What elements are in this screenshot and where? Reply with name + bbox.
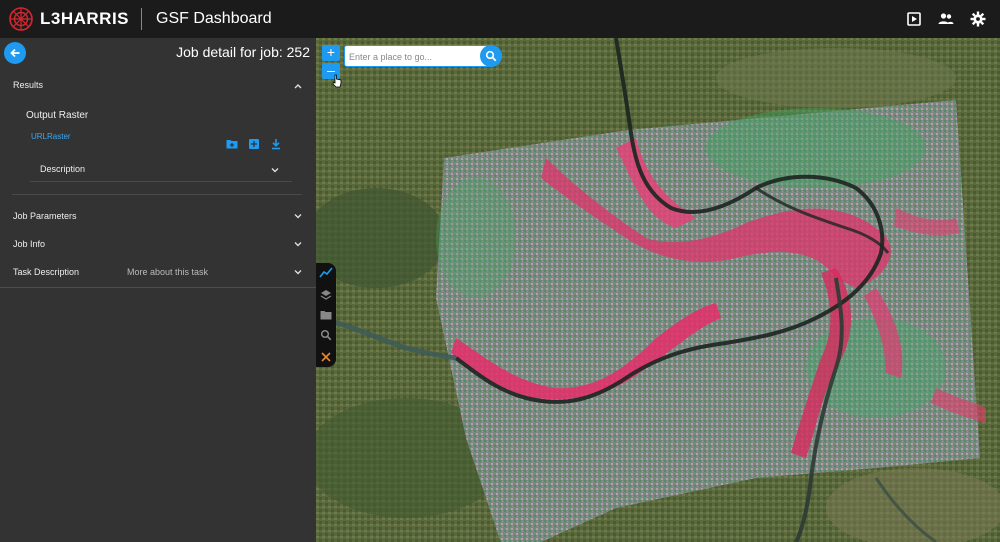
search-icon [485,50,497,62]
url-raster-link[interactable]: URLRaster [31,132,71,141]
sections-bottom-border [0,287,316,288]
task-more-info[interactable]: More about this task [127,267,208,277]
close-icon[interactable] [319,350,333,364]
header-divider [141,8,143,30]
download-icon[interactable] [270,138,282,150]
map-toolbar [316,263,336,367]
description-label: Description [40,163,86,174]
description-row[interactable]: Description [30,156,292,182]
panel-sections: Job Parameters Job Info Task Description… [0,202,316,286]
back-button[interactable] [4,42,26,64]
place-search-input[interactable] [349,49,477,64]
arrow-left-icon [10,48,20,58]
mouse-cursor-icon [332,74,342,88]
layers-icon[interactable] [319,288,333,302]
results-section-header[interactable]: Results [0,72,316,98]
search-button[interactable] [480,45,502,67]
chevron-down-icon [294,270,302,275]
add-box-icon[interactable] [248,138,260,150]
chart-line-icon[interactable] [319,266,333,280]
zoom-in-button[interactable]: + [322,45,340,61]
job-parameters-label: Job Parameters [13,211,77,221]
folder-icon[interactable] [319,308,333,322]
l3harris-logo-icon [9,7,33,31]
job-parameters-row[interactable]: Job Parameters [0,202,316,230]
output-raster-title: Output Raster [26,110,89,121]
brand-name: L3HARRIS [40,9,130,28]
task-description-label: Task Description [13,267,80,277]
satellite-imagery [316,38,1000,542]
job-info-label: Job Info [13,239,46,249]
header-actions [906,0,986,38]
brand-logo[interactable]: L3HARRIS [8,6,129,32]
folder-add-icon[interactable] [226,138,238,150]
panel-header: Job detail for job: 252 [0,38,316,72]
app-header: L3HARRIS GSF Dashboard [0,0,1000,38]
job-info-row[interactable]: Job Info [0,230,316,258]
chevron-down-icon [294,242,302,247]
chevron-down-icon [294,214,302,219]
app-title: GSF Dashboard [156,10,272,27]
users-icon[interactable] [938,11,954,27]
chevron-down-icon [271,168,279,173]
task-description-row[interactable]: Task Description More about this task [0,258,316,286]
place-search [344,45,502,67]
results-divider [12,194,302,195]
results-label: Results [13,80,44,90]
panel-title: Job detail for job: 252 [176,44,310,60]
chevron-up-icon [294,84,302,89]
map-view[interactable] [316,38,1000,542]
magnify-icon[interactable] [319,328,333,342]
gear-icon[interactable] [970,11,986,27]
output-actions [226,138,282,150]
play-box-icon[interactable] [906,11,922,27]
